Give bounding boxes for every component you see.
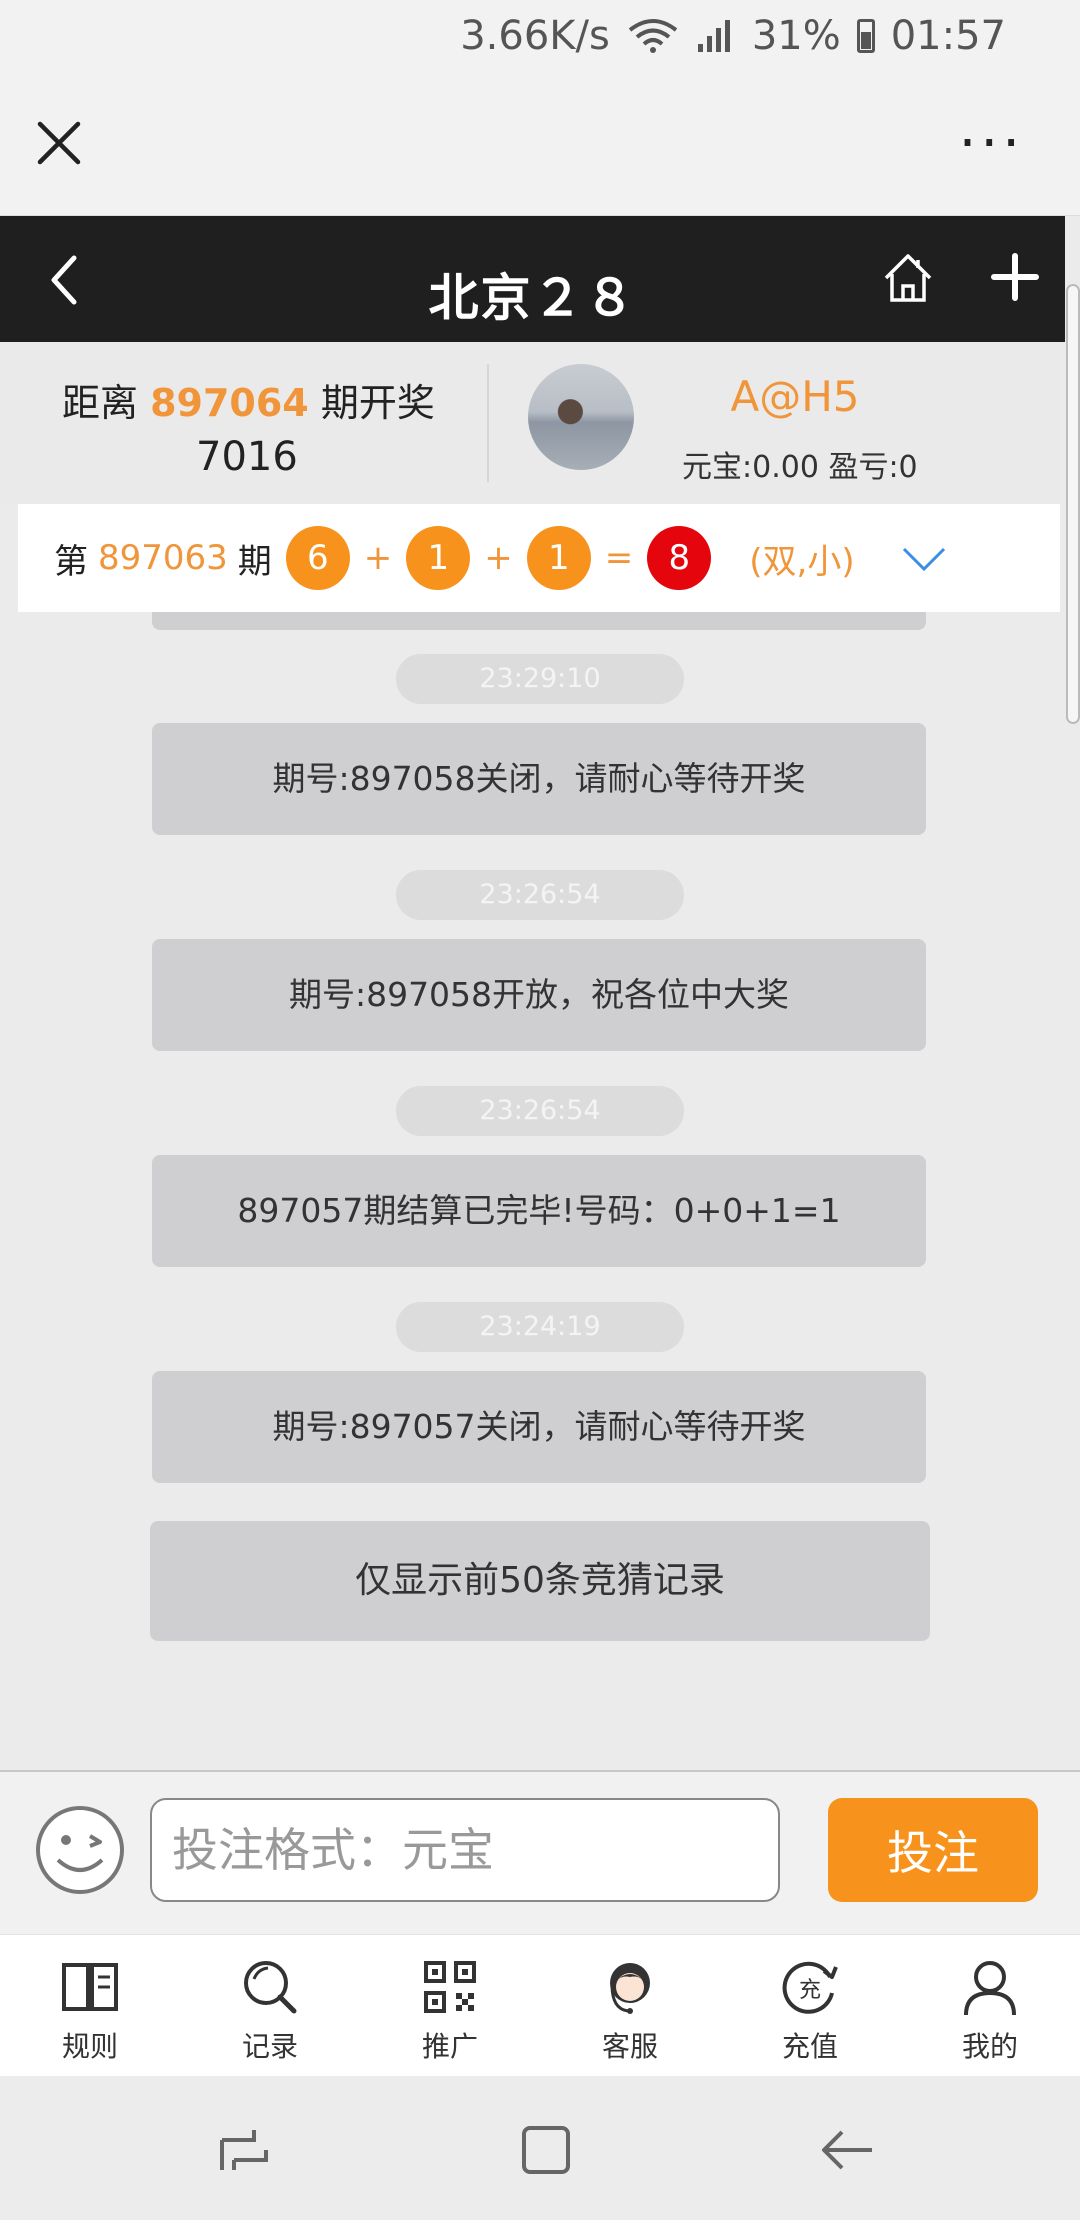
system-nav-bar xyxy=(0,2076,1080,2220)
bet-input-bar: 投注 xyxy=(0,1770,1080,1934)
bet-amount-input[interactable] xyxy=(150,1798,780,1902)
message-time: 23:24:19 xyxy=(396,1302,684,1352)
message-bubble-partial xyxy=(152,612,926,630)
nav-item-customer-service[interactable]: 客服 xyxy=(540,1935,720,2076)
last-result-bar[interactable]: 第 897063 期 6 + 1 + 1 = 8 (双,小) xyxy=(18,504,1060,612)
message-bubble: 期号:897058开放，祝各位中大奖 xyxy=(152,939,926,1051)
message-bubble: 897057期结算已完毕!号码：0+0+1=1 xyxy=(152,1155,926,1267)
message-time: 23:29:10 xyxy=(396,654,684,704)
nav-item-profile[interactable]: 我的 xyxy=(900,1935,1080,2076)
balance-text: 元宝:0.00 盈亏:0 xyxy=(682,450,918,485)
nav-label: 记录 xyxy=(241,2030,298,2063)
plus-sign: + xyxy=(484,538,513,578)
countdown-prefix: 距离 xyxy=(62,381,139,425)
qr-code-icon xyxy=(424,1961,476,2013)
next-issue-number: 897064 xyxy=(150,381,309,425)
more-options-button[interactable]: ··· xyxy=(959,116,1024,172)
avatar[interactable] xyxy=(528,364,634,470)
nav-label: 规则 xyxy=(61,2030,118,2063)
scrollbar[interactable] xyxy=(1066,284,1080,724)
result-suffix: 期 xyxy=(237,541,272,582)
emoji-icon[interactable] xyxy=(34,1804,126,1896)
recharge-icon: 充 xyxy=(782,1961,838,2014)
battery-percent: 31% xyxy=(751,13,841,59)
result-ball: 6 xyxy=(285,526,350,590)
bet-submit-button[interactable]: 投注 xyxy=(828,1798,1038,1902)
countdown-value: 7016 xyxy=(196,434,298,480)
message-time: 23:26:54 xyxy=(396,870,684,920)
svg-text:充: 充 xyxy=(799,1978,821,2003)
status-bar: 3.66K/s 31% 01:57 xyxy=(0,0,1080,72)
home-icon[interactable] xyxy=(880,250,936,306)
nav-label: 充值 xyxy=(781,2030,838,2063)
info-panel: 距离 897064 期开奖 7016 A@H5 元宝:0.00 盈亏:0 xyxy=(0,342,1060,504)
message-time: 23:26:54 xyxy=(396,1086,684,1136)
battery-icon xyxy=(856,19,875,53)
signal-icon xyxy=(697,20,730,52)
record-limit-note: 仅显示前50条竞猜记录 xyxy=(150,1521,930,1641)
result-ball: 1 xyxy=(406,526,471,590)
equals-sign: = xyxy=(604,538,634,578)
countdown-label: 距离 897064 期开奖 xyxy=(62,372,435,427)
browser-bar: ··· xyxy=(0,72,1080,216)
nav-label: 推广 xyxy=(421,2030,478,2063)
plus-icon[interactable] xyxy=(990,252,1040,302)
network-speed: 3.66K/s xyxy=(460,13,610,59)
username: A@H5 xyxy=(730,372,860,421)
customer-service-icon xyxy=(610,1963,650,2014)
plus-sign: + xyxy=(363,538,393,578)
result-prefix: 第 xyxy=(54,541,88,582)
nav-item-records[interactable]: 记录 xyxy=(180,1935,360,2076)
nav-item-recharge[interactable]: 充 充值 xyxy=(720,1935,900,2076)
app-header: 北京２８ xyxy=(0,216,1065,342)
home-button-icon[interactable] xyxy=(516,2120,576,2180)
nav-item-rules[interactable]: 规则 xyxy=(0,1935,180,2076)
message-bubble: 期号:897057关闭，请耐心等待开奖 xyxy=(152,1371,926,1483)
nav-item-promote[interactable]: 推广 xyxy=(360,1935,540,2076)
nav-label: 我的 xyxy=(961,2030,1018,2063)
clock: 01:57 xyxy=(890,13,1006,59)
user-icon xyxy=(964,1961,1016,2016)
nav-label: 客服 xyxy=(601,2030,658,2063)
chevron-down-icon[interactable] xyxy=(901,543,947,573)
divider xyxy=(487,364,489,482)
search-icon xyxy=(244,1961,297,2014)
message-bubble: 期号:897058关闭，请耐心等待开奖 xyxy=(152,723,926,835)
result-ball: 1 xyxy=(526,526,591,590)
countdown-suffix: 期开奖 xyxy=(320,381,435,425)
result-issue-number: 897063 xyxy=(98,538,228,578)
result-sum-ball: 8 xyxy=(647,526,712,590)
bottom-nav: 规则 记录 推广 客服 充 充值 我的 xyxy=(0,1934,1080,2076)
chat-area[interactable]: 23:29:10 期号:897058关闭，请耐心等待开奖 23:26:54 期号… xyxy=(0,612,1065,1770)
book-icon xyxy=(62,1963,118,2011)
back-button-icon[interactable] xyxy=(818,2120,878,2180)
recent-apps-icon[interactable] xyxy=(214,2120,274,2180)
close-icon[interactable] xyxy=(34,118,84,168)
result-parity: (双,小) xyxy=(749,541,855,582)
wifi-icon xyxy=(628,19,678,53)
